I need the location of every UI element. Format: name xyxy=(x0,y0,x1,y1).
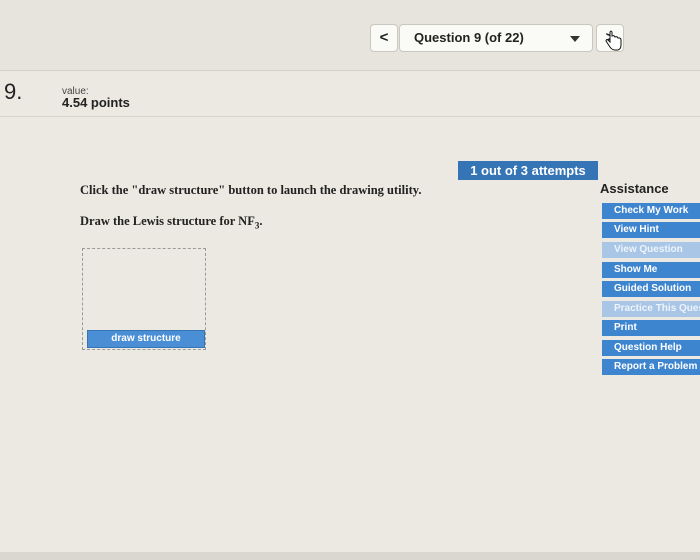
instruction-text: Draw the Lewis structure for NF xyxy=(80,214,255,228)
instruction-lewis-structure: Draw the Lewis structure for NF3. xyxy=(80,214,262,231)
view-question-button[interactable]: View Question xyxy=(602,242,700,258)
points-value: 4.54 points xyxy=(62,95,130,110)
guided-solution-button[interactable]: Guided Solution xyxy=(602,281,700,297)
show-me-button[interactable]: Show Me xyxy=(602,262,700,278)
question-selector-label: Question 9 (of 22) xyxy=(414,30,524,45)
bottom-edge xyxy=(0,552,700,560)
assistance-title: Assistance xyxy=(600,181,669,196)
question-selector-dropdown[interactable]: Question 9 (of 22) xyxy=(399,24,593,52)
chevron-down-icon xyxy=(570,36,580,42)
instruction-draw-button: Click the "draw structure" button to lau… xyxy=(80,183,422,197)
print-button[interactable]: Print xyxy=(602,320,700,336)
top-navigation-bar: < Question 9 (of 22) > xyxy=(0,0,700,71)
header-divider xyxy=(0,116,700,117)
check-my-work-button[interactable]: Check My Work xyxy=(602,203,700,219)
report-a-problem-button[interactable]: Report a Problem xyxy=(602,359,700,375)
hand-cursor-icon xyxy=(605,30,622,51)
view-hint-button[interactable]: View Hint xyxy=(602,222,700,238)
draw-structure-button[interactable]: draw structure xyxy=(87,330,205,348)
question-help-button[interactable]: Question Help xyxy=(602,340,700,356)
question-number: 9. xyxy=(4,79,23,104)
previous-question-button[interactable]: < xyxy=(370,24,398,52)
practice-this-question-button[interactable]: Practice This Question xyxy=(602,301,700,317)
attempts-badge: 1 out of 3 attempts xyxy=(458,161,598,180)
instruction-period: . xyxy=(259,214,263,228)
